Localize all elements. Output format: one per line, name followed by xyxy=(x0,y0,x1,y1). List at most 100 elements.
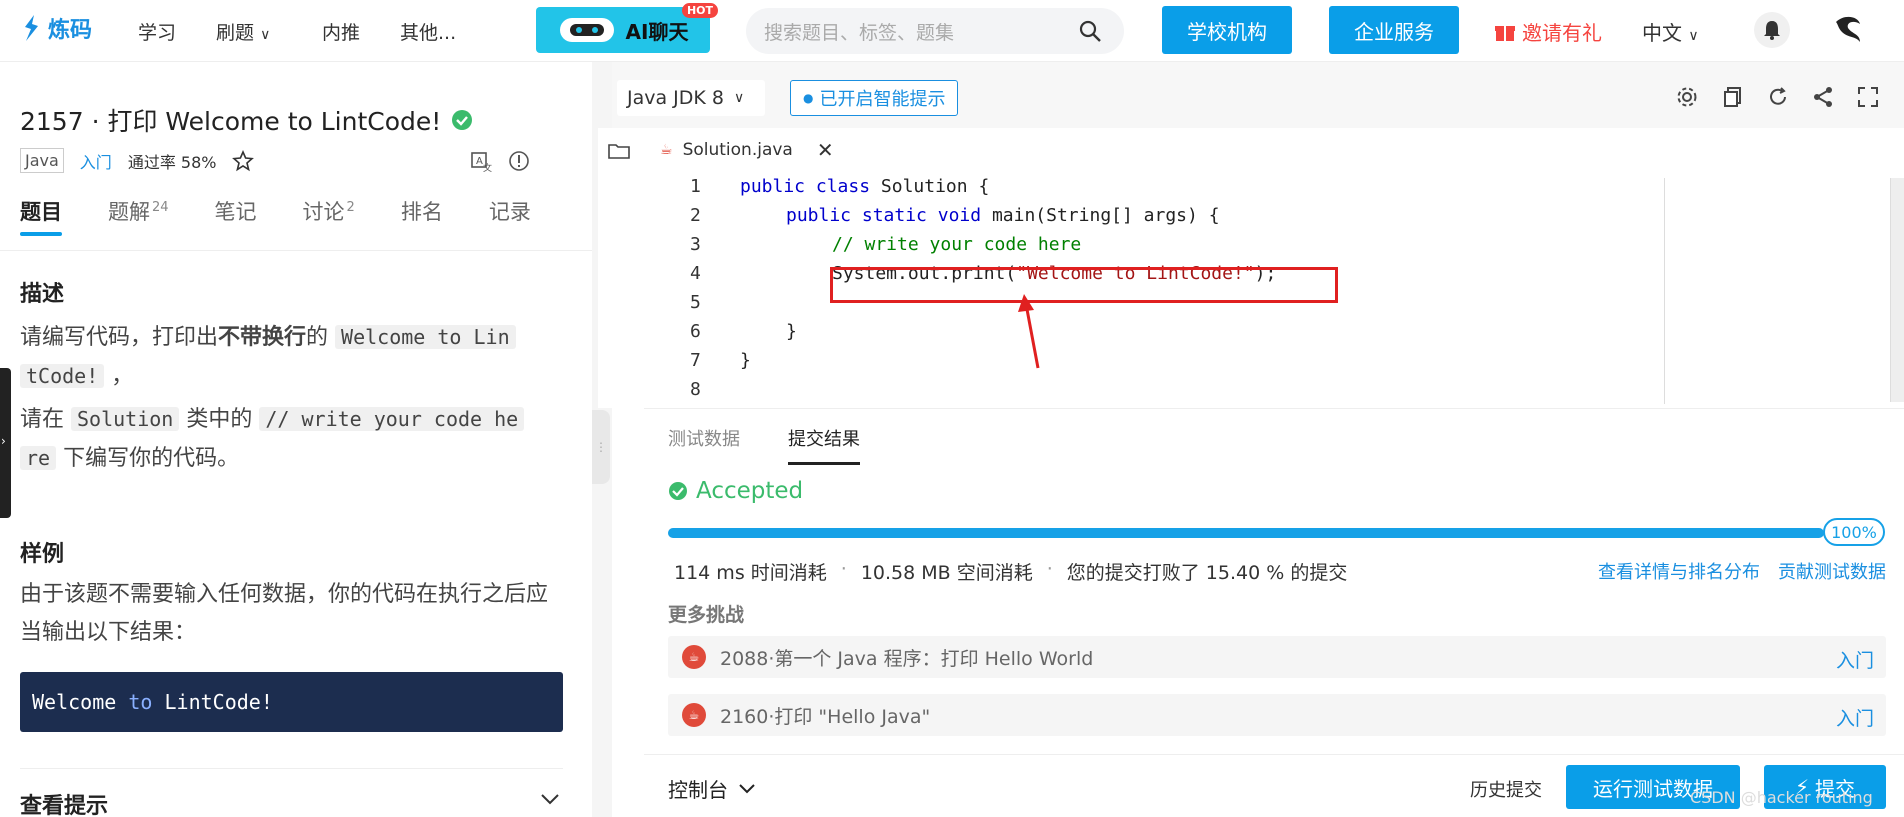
ai-hint-label: 已开启智能提示 xyxy=(819,89,946,110)
file-tab[interactable]: ☕ Solution.java ✕ xyxy=(660,138,834,162)
code-comment: // write your code here xyxy=(832,234,1082,255)
console-label: 控制台 xyxy=(668,778,728,802)
tab-records[interactable]: 记录 xyxy=(489,196,531,236)
info-icon[interactable] xyxy=(508,150,530,172)
java-icon: ☕ xyxy=(682,703,706,727)
tab-problem-label: 题目 xyxy=(20,200,62,224)
code-line: public static void main(String[] args) { xyxy=(786,205,1220,226)
jdk-select[interactable]: Java JDK 8 ∨ xyxy=(617,80,765,116)
line-number: 5 xyxy=(690,292,701,313)
tab-solutions[interactable]: 题解 24 xyxy=(108,196,169,236)
details-link[interactable]: 查看详情与排名分布 xyxy=(1598,558,1760,584)
folder-icon[interactable] xyxy=(608,142,630,160)
chevron-down-icon[interactable] xyxy=(540,792,560,806)
drag-handle-icon[interactable]: ⋮ xyxy=(592,410,610,484)
logo[interactable]: 炼码 xyxy=(22,12,92,44)
jdk-label: Java JDK 8 xyxy=(627,87,724,109)
testdata-link[interactable]: 贡献测试数据 xyxy=(1778,558,1886,584)
check-circle-icon xyxy=(452,110,473,130)
ai-chat-button[interactable]: AI聊天 HOT xyxy=(536,3,718,53)
hint-divider xyxy=(20,768,563,769)
tab-problem[interactable]: 题目 xyxy=(20,196,62,236)
tab-notes[interactable]: 笔记 xyxy=(215,196,257,236)
tab-solutions-label: 题解 xyxy=(108,200,150,224)
notification-button[interactable] xyxy=(1754,12,1790,48)
nav-referral[interactable]: 内推 xyxy=(322,18,360,45)
search-input[interactable]: 搜索题目、标签、题集 xyxy=(746,8,1124,54)
lang-label: 中文 xyxy=(1642,21,1682,45)
watermark: CSDN @hacker routing xyxy=(1690,788,1873,807)
level-tag: 入门 xyxy=(79,152,112,172)
check-circle-icon xyxy=(669,482,687,500)
desc-paragraph-1: 请编写代码，打印出不带换行的 Welcome to Lin tCode! ， xyxy=(20,318,565,396)
more-heading: 更多挑战 xyxy=(668,604,745,626)
language-select[interactable]: 中文 ∨ xyxy=(1642,17,1699,46)
file-sidebar xyxy=(598,128,644,408)
result-tabs: 测试数据 提交结果 xyxy=(644,408,1904,465)
collapse-sidebar-tab[interactable]: › xyxy=(0,368,11,518)
tab-test-data[interactable]: 测试数据 xyxy=(668,425,740,451)
sample-text: 由于该题不需要输入任何数据，你的代码在执行之后应当输出以下结果： xyxy=(20,582,549,645)
nav-practice[interactable]: 刷题 ∨ xyxy=(216,18,270,45)
tab-discuss[interactable]: 讨论 2 xyxy=(303,196,355,236)
inline-code: tCode! xyxy=(20,364,105,388)
challenge-title: 2160·打印 "Hello Java" xyxy=(720,705,931,728)
desc-text: 下编写你的代码。 xyxy=(63,446,240,471)
sample-heading: 样例 xyxy=(20,542,65,567)
sample-output: Welcome to LintCode! xyxy=(20,672,563,732)
desc-text: 类中的 xyxy=(186,407,253,432)
nav-learn[interactable]: 学习 xyxy=(138,18,176,45)
problem-title: 2157 · 打印 Welcome to LintCode! xyxy=(20,102,473,138)
inline-code: Welcome to Lin xyxy=(335,325,516,349)
progress-label: 100% xyxy=(1823,518,1885,546)
desc-text: ， xyxy=(111,364,134,389)
tab-records-label: 记录 xyxy=(488,200,531,224)
settings-icon[interactable] xyxy=(1676,86,1698,108)
robot-icon xyxy=(559,18,614,42)
sample-word: LintCode! xyxy=(164,690,273,714)
reset-icon[interactable] xyxy=(1767,86,1789,108)
avatar[interactable] xyxy=(1828,10,1868,50)
tab-notes-label: 笔记 xyxy=(214,200,257,224)
line-number: 3 xyxy=(690,234,701,255)
line-number: 1 xyxy=(690,176,701,197)
close-icon[interactable]: ✕ xyxy=(817,138,834,162)
history-link[interactable]: 历史提交 xyxy=(1470,776,1542,802)
tab-ranking[interactable]: 排名 xyxy=(401,196,443,236)
fullscreen-icon[interactable] xyxy=(1857,86,1879,108)
progress-bar xyxy=(668,528,1824,538)
copy-icon[interactable] xyxy=(1722,86,1744,108)
code-token: Solution { xyxy=(880,176,990,197)
translate-icon[interactable]: A文 xyxy=(470,150,492,172)
challenge-item[interactable]: ☕ 2088·第一个 Java 程序：打印 Hello World 入门 xyxy=(668,636,1886,678)
sample-word: to xyxy=(128,690,153,714)
java-icon: ☕ xyxy=(682,645,706,669)
enterprise-button[interactable]: 企业服务 xyxy=(1329,6,1459,54)
tab-submit-result[interactable]: 提交结果 xyxy=(788,425,860,465)
line-number: 2 xyxy=(690,205,701,226)
code-token: class xyxy=(815,176,871,197)
console-toggle[interactable]: 控制台 xyxy=(668,774,756,803)
nav-practice-label: 刷题 xyxy=(216,22,255,44)
desc-text: 请编写代码，打印出 xyxy=(20,325,219,350)
star-icon[interactable] xyxy=(232,149,255,172)
share-icon[interactable] xyxy=(1812,86,1834,108)
school-button[interactable]: 学校机构 xyxy=(1162,6,1292,54)
invite-link[interactable]: 邀请有礼 xyxy=(1494,17,1602,46)
chevron-down-icon: ∨ xyxy=(734,90,745,106)
inline-code: re xyxy=(20,446,57,470)
hint-heading[interactable]: 查看提示 xyxy=(20,788,108,817)
pass-rate: 通过率 58% xyxy=(127,152,217,172)
line-number: 8 xyxy=(690,379,701,400)
editor-scrollbar[interactable] xyxy=(1890,178,1904,402)
challenge-level: 入门 xyxy=(1835,650,1874,672)
search-icon[interactable] xyxy=(1078,19,1102,43)
challenge-item[interactable]: ☕ 2160·打印 "Hello Java" 入门 xyxy=(668,694,1886,736)
language-tag: Java xyxy=(20,148,64,173)
ai-hint-toggle[interactable]: ● 已开启智能提示 xyxy=(790,80,959,116)
nav-more[interactable]: 其他... xyxy=(400,18,456,45)
line-number: 4 xyxy=(690,263,701,284)
search-placeholder: 搜索题目、标签、题集 xyxy=(764,21,955,44)
top-navbar: 炼码 学习 刷题 ∨ 内推 其他... AI聊天 HOT 搜索题目、标签、题集 … xyxy=(0,0,1904,62)
tab-ranking-label: 排名 xyxy=(400,200,443,224)
